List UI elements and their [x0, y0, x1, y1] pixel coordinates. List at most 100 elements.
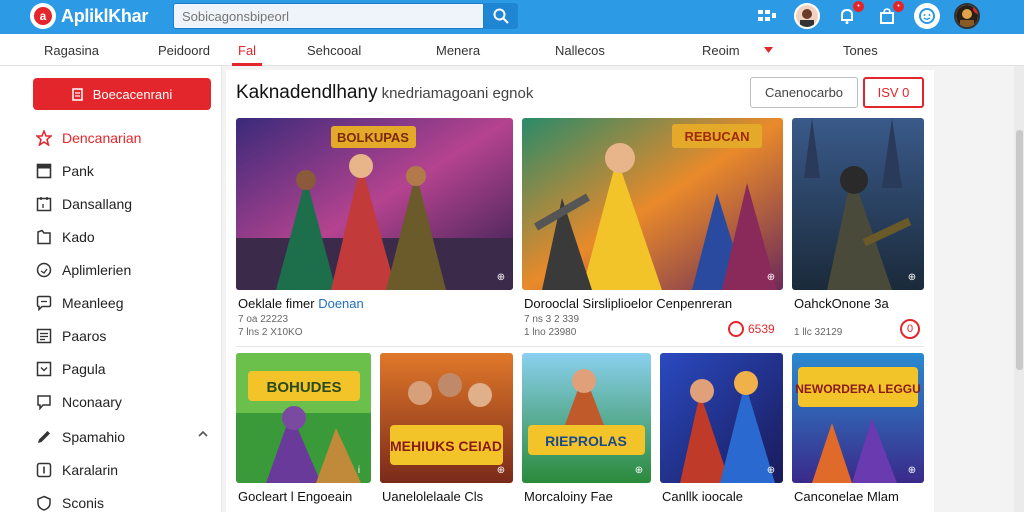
info-icon[interactable]: i [353, 465, 365, 477]
sidebar-item-label: Paaros [62, 328, 107, 344]
app-title: ApliklKhar [61, 5, 149, 26]
play-icon[interactable]: ⊕ [906, 272, 918, 284]
sidebar-item-dansallang[interactable]: Dansallang [36, 194, 216, 214]
game-thumbnail[interactable]: RIEPROLAS ⊕ [522, 353, 651, 483]
sidebar-item-kado[interactable]: Kado [36, 227, 216, 247]
page-title-text: Kaknadendlhany [236, 82, 378, 103]
category-tab[interactable]: Ragasina [44, 43, 99, 58]
play-icon[interactable]: ⊕ [765, 272, 777, 284]
game-card[interactable]: NEWORDERA LEGGU ⊕ Canconelae Mlam [792, 353, 924, 512]
sidebar-item-label: Spamahio [62, 429, 126, 445]
game-card[interactable]: RIEPROLAS ⊕ Morcaloiny Fae [522, 353, 651, 512]
star-icon [36, 130, 52, 146]
avatar-icon[interactable] [794, 3, 820, 29]
category-tab[interactable]: Sehcooal [307, 43, 361, 58]
card-title: Morcaloiny Fae [524, 489, 613, 504]
sidebar-item-aplimlerien[interactable]: Aplimlerien [36, 260, 216, 280]
game-thumbnail[interactable]: ⊕ [660, 353, 783, 483]
game-card[interactable]: BOHUDES i Gocleart l Engoeain [236, 353, 371, 512]
bag-icon[interactable]: • [874, 1, 904, 29]
game-thumbnail[interactable]: BOLKUPAS ⊕ [236, 118, 513, 290]
sidebar-item-label: Meanleeg [62, 295, 124, 311]
app-logo[interactable]: a ApliklKhar [30, 3, 148, 29]
bookmark-icon [37, 229, 51, 245]
play-icon[interactable]: ⊕ [633, 465, 645, 477]
category-tab[interactable]: Reoim [702, 43, 740, 58]
section-divider [236, 346, 924, 347]
card-meta: 7 lns 2 X10KO [238, 327, 303, 338]
pencil-icon [38, 431, 50, 443]
play-icon[interactable]: ⊕ [906, 465, 918, 477]
sidebar-item-label: Pagula [62, 361, 106, 377]
category-tab[interactable]: Tones [843, 43, 878, 58]
logo-mark-icon: a [30, 3, 56, 29]
game-card[interactable]: ⊕ Canllk ioocale [660, 353, 783, 512]
game-thumbnail[interactable]: ⊕ [792, 118, 924, 290]
chat-icon [36, 295, 52, 311]
notification-icon[interactable]: • [834, 1, 864, 29]
category-tab[interactable]: Peidoord [158, 43, 210, 58]
category-tab-active[interactable]: Fal [238, 43, 256, 58]
game-card[interactable]: MEHIUKS CEIAD ⊕ Uanelolelaale Cls [380, 353, 513, 512]
grid-icon[interactable] [754, 3, 780, 29]
search-button[interactable] [484, 3, 518, 29]
settings-icon[interactable] [914, 3, 940, 29]
main-content: Kaknadendlhany knedriamagoani egnok Canen… [226, 70, 934, 512]
category-tab[interactable]: Menera [436, 43, 480, 58]
play-icon[interactable]: ⊕ [495, 465, 507, 477]
chevron-up-icon[interactable] [198, 430, 208, 438]
scrollbar-thumb[interactable] [1016, 130, 1023, 370]
profile-badge: • [973, 5, 978, 14]
category-tab[interactable]: Nallecos [555, 43, 605, 58]
card-meta: 7 oa 22223 [238, 314, 289, 325]
game-card[interactable]: BOLKUPAS ⊕ Oeklale fimer Doenan 7 oa 222… [236, 118, 513, 342]
sidebar-item-pank[interactable]: Pank [36, 161, 216, 181]
search-bar [173, 3, 518, 29]
game-thumbnail[interactable]: BOHUDES i [236, 353, 371, 483]
chevron-box-icon [36, 361, 52, 377]
card-meta: 1 lno 23980 [524, 327, 577, 338]
search-icon [493, 8, 509, 24]
chat-bubble-icon [37, 395, 51, 410]
sidebar-item-dencanarian[interactable]: Dencanarian [36, 128, 216, 148]
card-title: Canconelae Mlam [794, 489, 899, 504]
game-card[interactable]: REBUCAN ⊕ Dorooclal Sirsliplioelor Cenpe… [522, 118, 783, 342]
coin-icon: 0 [900, 319, 920, 339]
sidebar-item-label: Karalarin [62, 462, 119, 478]
sidebar-item-label: Pank [62, 163, 94, 179]
primary-action-button[interactable]: Boecacenrani [33, 78, 211, 110]
notification-badge: • [853, 1, 864, 12]
search-input[interactable] [173, 3, 484, 29]
sidebar-item-sconis[interactable]: Sconis [36, 493, 216, 512]
sidebar-item-nconaary[interactable]: Nconaary [36, 392, 216, 412]
coin-icon [728, 321, 744, 337]
sidebar-item-paaros[interactable]: Paaros [36, 326, 216, 346]
game-thumbnail[interactable]: MEHIUKS CEIAD ⊕ [380, 353, 513, 483]
top-bar: a ApliklKhar • • • [0, 0, 1024, 34]
game-thumbnail[interactable]: REBUCAN ⊕ [522, 118, 783, 290]
sidebar-item-label: Kado [62, 229, 95, 245]
bag-badge: • [893, 1, 904, 12]
play-icon[interactable]: ⊕ [765, 465, 777, 477]
chevron-down-icon[interactable] [764, 47, 773, 53]
card-price: 6539 [728, 321, 775, 337]
page-title: Kaknadendlhany knedriamagoani egnok [236, 82, 533, 104]
thumbnail-banner: BOLKUPAS [337, 130, 409, 145]
game-card[interactable]: ⊕ OahckOnone 3a 1 llc 32129 0 [792, 118, 924, 342]
sidebar-item-pagula[interactable]: Pagula [36, 359, 216, 379]
category-nav: Ragasina Peidoord Fal Sehcooal Menera Na… [0, 34, 1024, 66]
game-thumbnail[interactable]: NEWORDERA LEGGU ⊕ [792, 353, 924, 483]
play-icon[interactable]: ⊕ [495, 272, 507, 284]
sidebar-item-karalarin[interactable]: Karalarin [36, 460, 216, 480]
sidebar-item-meanleeg[interactable]: Meanleeg [36, 293, 216, 313]
sidebar-item-label: Dencanarian [62, 130, 142, 146]
card-title: Oeklale fimer Doenan [238, 296, 364, 311]
action-button[interactable]: ISV 0 [863, 77, 924, 108]
shield-icon [37, 495, 51, 511]
thumbnail-banner: RIEPROLAS [545, 433, 627, 449]
secondary-button[interactable]: Canenocarbo [750, 77, 858, 108]
card-title: OahckOnone 3a [794, 296, 889, 311]
sidebar-item-spamahio[interactable]: Spamahio [36, 427, 216, 447]
profile-avatar-icon[interactable]: • [954, 3, 980, 29]
thumbnail-banner: BOHUDES [266, 379, 341, 396]
